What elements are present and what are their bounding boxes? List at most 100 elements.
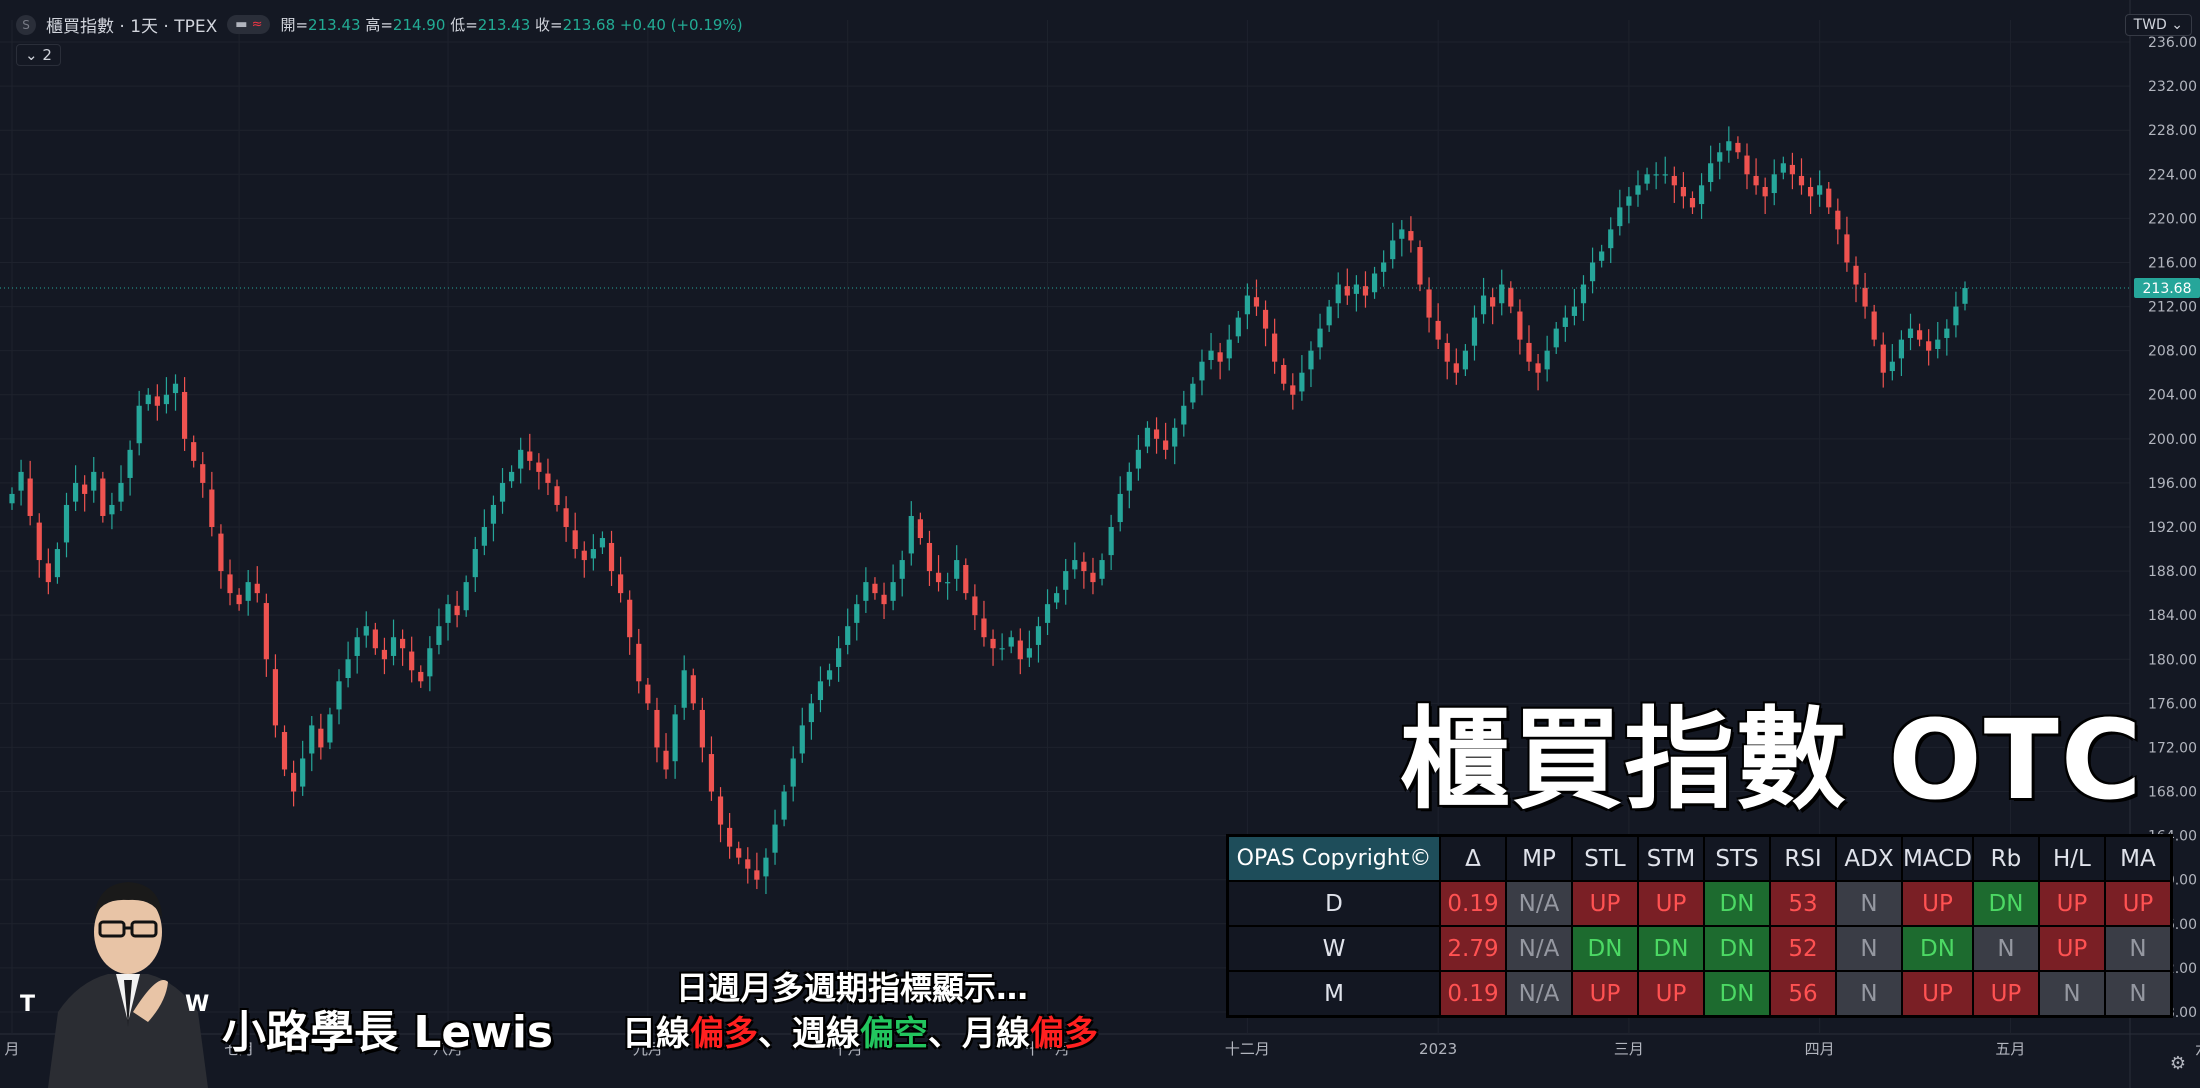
candle-body xyxy=(1190,383,1196,403)
candle-body xyxy=(36,522,42,561)
candle-body xyxy=(1698,185,1705,205)
candle-body xyxy=(1853,265,1859,285)
opas-cell: DN xyxy=(1703,970,1771,1018)
candle-body xyxy=(499,482,506,502)
candle-body xyxy=(1844,234,1850,263)
candle-body xyxy=(1435,320,1441,340)
opas-cell: DN xyxy=(1971,880,2040,927)
opas-cell: N/A xyxy=(1505,925,1573,972)
candle-body xyxy=(745,859,751,869)
candle-body xyxy=(1399,229,1405,239)
candle-body xyxy=(1353,284,1359,294)
candle-body xyxy=(1217,352,1223,362)
subtitle-monthly: 、月線 xyxy=(928,1014,1030,1054)
candle-body xyxy=(845,626,851,645)
y-tick-label: 212.00 xyxy=(2148,300,2197,316)
candle-body xyxy=(172,383,179,394)
candle-body xyxy=(581,550,587,561)
subtitle-daily: 日線 xyxy=(622,1014,690,1054)
candle-body xyxy=(1163,440,1169,450)
settings-icon[interactable]: ⚙ xyxy=(2170,1053,2186,1074)
candle-body xyxy=(1172,427,1178,447)
candle-body xyxy=(63,504,70,543)
candle-body xyxy=(327,714,333,743)
opas-header-row: OPAS Copyright© Δ MP STL STM STS RSI ADX MACD Rb H… xyxy=(1226,834,2173,882)
opas-header-cell: ADX xyxy=(1835,834,1903,882)
candle-body xyxy=(1262,309,1269,329)
tradingview-logo[interactable]: TW xyxy=(20,992,209,1017)
candle-body xyxy=(136,405,142,444)
candle-body xyxy=(536,462,542,472)
candle-body xyxy=(926,542,933,572)
candle-body xyxy=(1099,560,1105,579)
candle-body xyxy=(863,582,869,601)
opas-header-cell: MACD xyxy=(1901,834,1974,882)
opas-cell: N xyxy=(2103,970,2173,1018)
candle-body xyxy=(163,394,170,405)
overlay-big-title: 櫃買指數 OTC xyxy=(1400,696,2144,824)
candle-body xyxy=(1426,289,1432,318)
candle-body xyxy=(618,574,624,594)
candle-body xyxy=(236,594,242,605)
open-label: 開= xyxy=(280,16,309,34)
candle-body xyxy=(872,583,878,594)
currency-button[interactable]: TWD ⌄ xyxy=(2124,14,2192,36)
candle-body xyxy=(1226,339,1232,359)
candle-body xyxy=(1471,317,1478,346)
opas-header-cell: H/L xyxy=(2037,834,2106,882)
candle-body xyxy=(1780,163,1786,173)
candle-body xyxy=(908,515,914,554)
candle-body xyxy=(45,563,51,583)
opas-cell: N xyxy=(2103,925,2173,972)
candle-body xyxy=(917,519,923,539)
opas-cell: UP xyxy=(1971,970,2040,1018)
candle-body xyxy=(1835,210,1841,230)
candle-body xyxy=(972,596,978,616)
candle-body xyxy=(1417,247,1423,285)
opas-cell: DN xyxy=(1703,925,1771,972)
candle-body xyxy=(1544,350,1550,370)
x-tick-label: 五月 xyxy=(1995,1040,2025,1058)
candle-body xyxy=(1526,342,1532,362)
candle-body xyxy=(463,582,469,611)
candle-body xyxy=(245,582,251,601)
indicator-visibility-pill[interactable]: ▬ ≈ xyxy=(227,15,271,34)
candle-body xyxy=(1617,207,1623,227)
candle-body xyxy=(1490,297,1496,307)
collapse-indicators-button[interactable]: ⌄ 2 xyxy=(16,44,61,66)
opas-header-cell: Rb xyxy=(1971,834,2040,882)
candle-body xyxy=(354,637,360,656)
candle-body xyxy=(1244,295,1250,315)
candle-body xyxy=(454,605,460,616)
symbol-title[interactable]: 櫃買指數 · 1天 · TPEX xyxy=(46,12,217,37)
candle-body xyxy=(1054,593,1060,603)
candle-body xyxy=(1026,648,1032,658)
candle-body xyxy=(1017,640,1023,660)
candle-body xyxy=(1771,174,1777,194)
hide-icon[interactable]: ▬ xyxy=(235,17,247,32)
candle-body xyxy=(1916,330,1923,340)
symbol-logo-icon: S xyxy=(16,14,36,35)
subtitle-line-2: 日線偏多、週線偏空、月線偏多 xyxy=(622,1006,1098,1055)
close-value: 213.68 xyxy=(562,16,616,34)
y-tick-label: 200.00 xyxy=(2148,432,2197,448)
candle-body xyxy=(590,549,596,559)
symbol-legend[interactable]: S 櫃買指數 · 1天 · TPEX ▬ ≈ 開=213.43 高=214.90… xyxy=(16,12,743,37)
opas-header-cell: STL xyxy=(1571,834,1639,882)
candle-body xyxy=(1308,350,1314,370)
candle-body xyxy=(1817,185,1823,195)
candle-body xyxy=(1953,306,1959,326)
candle-body xyxy=(1907,328,1914,338)
candle-body xyxy=(18,471,24,491)
candle-body xyxy=(1199,361,1205,381)
candle-body xyxy=(281,732,288,770)
opas-cell: UP xyxy=(1571,880,1639,927)
opas-cell: N xyxy=(1835,880,1903,927)
wave-icon[interactable]: ≈ xyxy=(252,17,263,32)
candle-body xyxy=(1499,284,1505,304)
candle-body xyxy=(490,504,497,524)
candle-body xyxy=(981,618,987,638)
subtitle-daily-value: 偏多 xyxy=(690,1014,758,1054)
y-tick-label: 220.00 xyxy=(2148,211,2197,227)
candle-body xyxy=(1335,284,1341,304)
